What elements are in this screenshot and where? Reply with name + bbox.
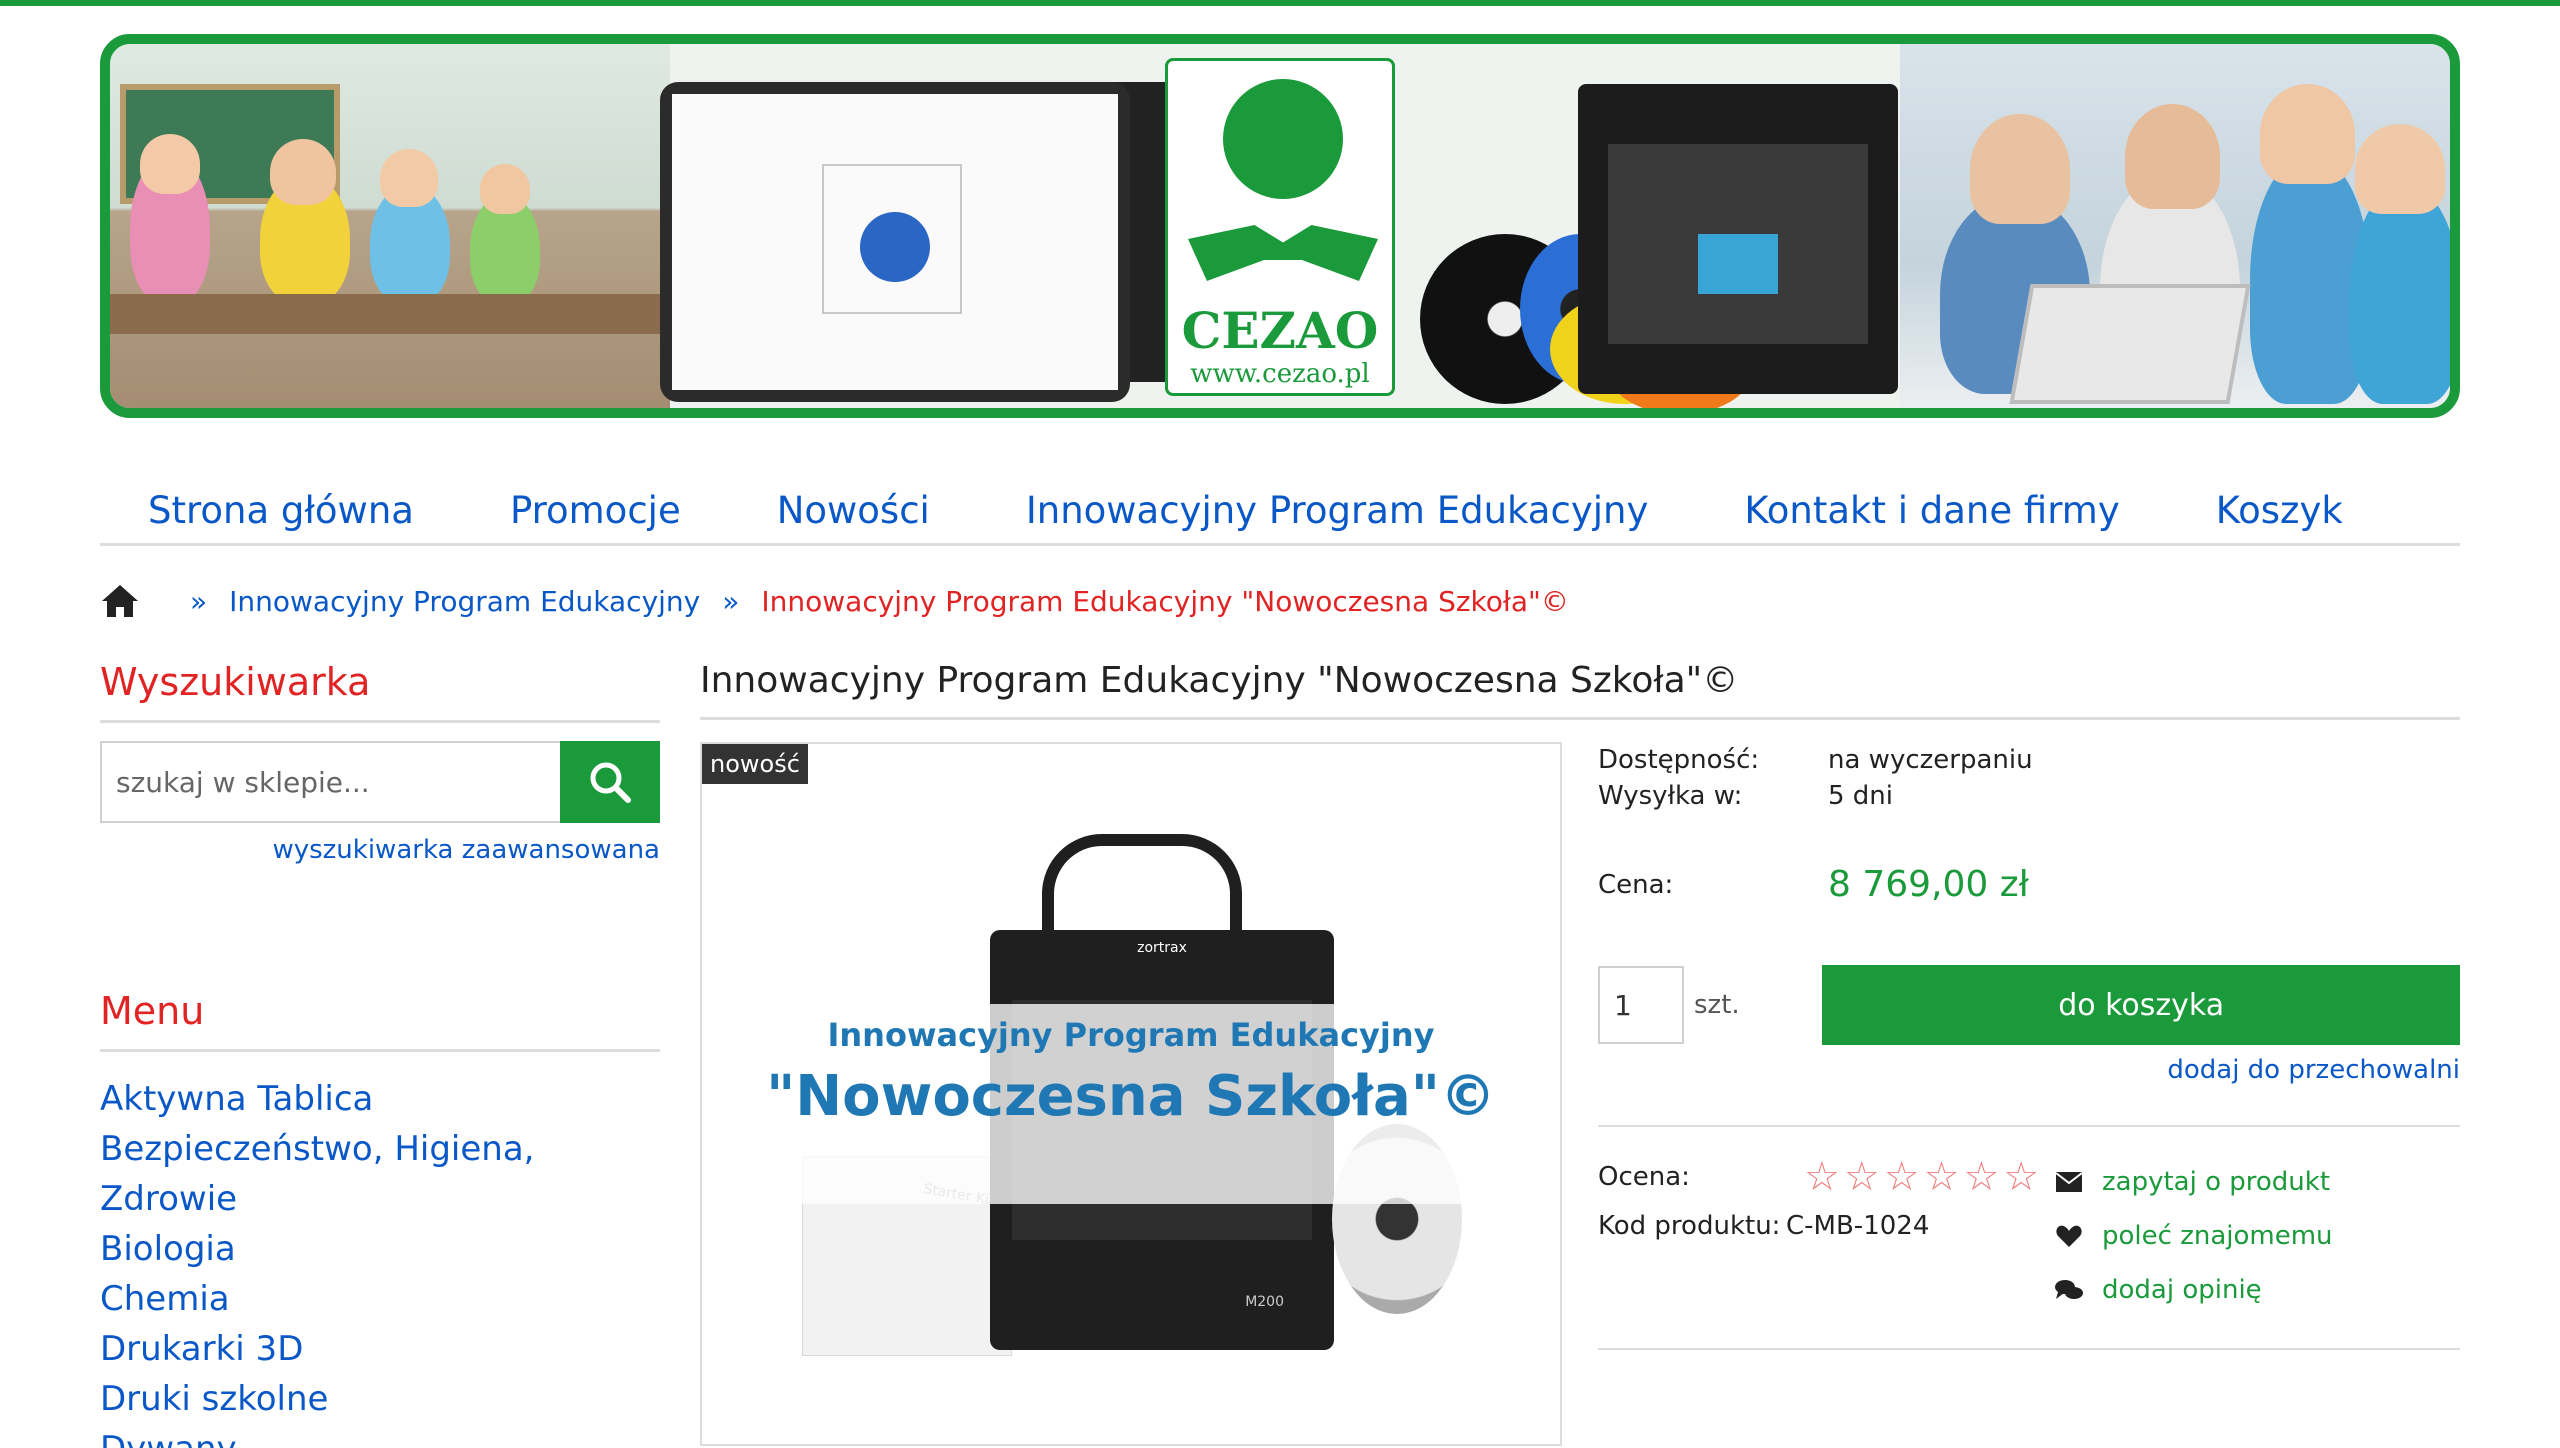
availability-value: na wyczerpaniu	[1828, 745, 2033, 775]
product-actions: zapytaj o produkt poleć znajomemu dodaj …	[2054, 1155, 2333, 1317]
banner-3d-printer	[1578, 84, 1898, 394]
handshake-icon	[1188, 225, 1378, 281]
add-to-cart-button[interactable]: do koszyka	[1822, 965, 2460, 1045]
product-code-label: Kod produktu:	[1598, 1211, 1781, 1241]
add-to-cart-row: szt. do koszyka	[1598, 965, 2460, 1045]
nav-promocje[interactable]: Promocje	[462, 476, 729, 543]
printer-model: M200	[1245, 1294, 1284, 1310]
logo-url: www.cezao.pl	[1190, 359, 1370, 389]
recommend-label: poleć znajomemu	[2102, 1221, 2333, 1251]
add-review-link[interactable]: dodaj opinię	[2054, 1263, 2333, 1317]
menu-item-bezpieczenstwo[interactable]: Bezpieczeństwo, Higiena,	[100, 1124, 660, 1174]
logo-name: CEZAO	[1181, 301, 1379, 360]
info-bottom-divider	[1598, 1348, 2460, 1350]
breadcrumb-separator: »	[722, 584, 740, 618]
breadcrumb-separator: »	[190, 584, 208, 618]
search-section-title: Wyszukiwarka	[100, 660, 660, 723]
star-icon[interactable]: ☆	[1884, 1157, 1920, 1197]
comments-icon	[2054, 1277, 2084, 1303]
star-icon[interactable]: ☆	[1804, 1157, 1840, 1197]
product-image[interactable]: nowość Starter Kit zortrax M200 Innowacy…	[700, 742, 1562, 1446]
sidebar: Wyszukiwarka wyszukiwarka zaawansowana M…	[100, 660, 660, 1448]
advanced-search-link[interactable]: wyszukiwarka zaawansowana	[100, 835, 660, 865]
breadcrumb: » Innowacyjny Program Edukacyjny » Innow…	[100, 576, 1569, 626]
main-navigation: Strona główna Promocje Nowości Innowacyj…	[100, 476, 2460, 546]
nav-strona-glowna[interactable]: Strona główna	[100, 476, 462, 543]
new-badge: nowość	[702, 744, 808, 784]
info-divider	[1598, 1125, 2460, 1127]
recommend-link[interactable]: poleć znajomemu	[2054, 1209, 2333, 1263]
rating-stars[interactable]: ☆ ☆ ☆ ☆ ☆ ☆	[1804, 1157, 2039, 1197]
product-title: Innowacyjny Program Edukacyjny "Nowoczes…	[700, 660, 2460, 720]
add-review-label: dodaj opinię	[2102, 1275, 2262, 1305]
category-menu: Aktywna Tablica Bezpieczeństwo, Higiena,…	[100, 1074, 660, 1448]
shipping-value: 5 dni	[1828, 781, 1894, 811]
menu-section-title: Menu	[100, 989, 660, 1052]
rating-row: Ocena: ☆ ☆ ☆ ☆ ☆ ☆	[1598, 1155, 2054, 1199]
rating-label: Ocena:	[1598, 1162, 1690, 1192]
nav-kontakt[interactable]: Kontakt i dane firmy	[1696, 476, 2167, 543]
ask-about-product-link[interactable]: zapytaj o produkt	[2054, 1155, 2333, 1209]
quantity-input[interactable]	[1598, 966, 1684, 1044]
star-icon[interactable]: ☆	[2003, 1157, 2039, 1197]
shipping-label: Wysyłka w:	[1598, 781, 1743, 811]
menu-item-aktywna-tablica[interactable]: Aktywna Tablica	[100, 1074, 660, 1124]
product-extras: Ocena: ☆ ☆ ☆ ☆ ☆ ☆ Kod produktu: C-MB-1024 za…	[1598, 1155, 2460, 1317]
image-caption-line1: Innowacyjny Program Edukacyjny	[827, 1016, 1435, 1054]
product-info: Dostępność: na wyczerpaniu Wysyłka w: 5 …	[1598, 742, 2460, 1317]
globe-icon	[1223, 79, 1343, 199]
add-to-storage-link[interactable]: dodaj do przechowalni	[1598, 1055, 2460, 1085]
envelope-icon	[2054, 1169, 2084, 1195]
price-label: Cena:	[1598, 869, 1674, 900]
availability-row: Dostępność: na wyczerpaniu	[1598, 742, 2460, 778]
breadcrumb-link-category[interactable]: Innowacyjny Program Edukacyjny	[229, 585, 700, 618]
star-icon[interactable]: ☆	[1924, 1157, 1960, 1197]
banner-students-image	[1900, 44, 2450, 408]
menu-item-druki-szkolne[interactable]: Druki szkolne	[100, 1374, 660, 1424]
menu-item-biologia[interactable]: Biologia	[100, 1224, 660, 1274]
search-form	[100, 741, 660, 823]
price-value: 8 769,00 zł	[1828, 864, 2029, 905]
heart-icon	[2054, 1223, 2084, 1249]
image-caption-line2: "Nowoczesna Szkoła"©	[766, 1064, 1496, 1129]
search-input[interactable]	[100, 741, 560, 823]
menu-item-drukarki-3d[interactable]: Drukarki 3D	[100, 1324, 660, 1374]
menu-item-bezpieczenstwo-cont[interactable]: Zdrowie	[100, 1174, 660, 1224]
price-row: Cena: 8 769,00 zł	[1598, 864, 2460, 905]
menu-item-dywany[interactable]: Dywany	[100, 1424, 660, 1448]
nav-innowacyjny-program[interactable]: Innowacyjny Program Edukacyjny	[978, 476, 1697, 543]
top-accent-line	[0, 0, 2560, 6]
product-code-row: Kod produktu: C-MB-1024	[1598, 1211, 2054, 1241]
shipping-row: Wysyłka w: 5 dni	[1598, 778, 2460, 814]
printer-brand: zortrax	[1137, 940, 1187, 956]
search-button[interactable]	[560, 741, 660, 823]
menu-item-chemia[interactable]: Chemia	[100, 1274, 660, 1324]
cezao-logo[interactable]: CEZAO www.cezao.pl	[1165, 58, 1395, 396]
nav-koszyk[interactable]: Koszyk	[2168, 476, 2391, 543]
star-icon[interactable]: ☆	[1844, 1157, 1880, 1197]
search-icon	[590, 762, 631, 803]
breadcrumb-current: Innowacyjny Program Edukacyjny "Nowoczes…	[761, 584, 1569, 618]
banner-classroom-image	[110, 44, 670, 408]
banner-software-screen	[660, 82, 1130, 402]
home-icon[interactable]	[100, 581, 140, 621]
header-banner[interactable]: CEZAO www.cezao.pl	[100, 34, 2460, 418]
nav-nowosci[interactable]: Nowości	[729, 476, 978, 543]
star-icon[interactable]: ☆	[1963, 1157, 1999, 1197]
quantity-unit: szt.	[1694, 990, 1740, 1020]
availability-label: Dostępność:	[1598, 745, 1760, 775]
product-code-value: C-MB-1024	[1786, 1211, 1930, 1241]
ask-about-product-label: zapytaj o produkt	[2102, 1167, 2331, 1197]
